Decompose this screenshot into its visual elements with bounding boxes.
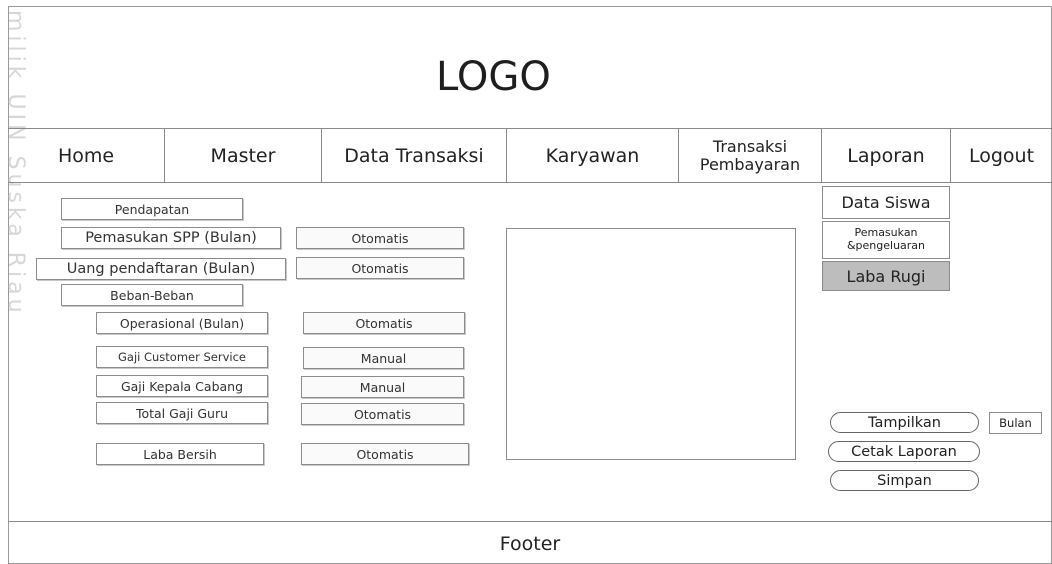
footer-divider	[8, 521, 1052, 522]
value-uang-pendaftaran[interactable]: Otomatis	[296, 257, 464, 279]
value-gaji-customer-service[interactable]: Manual	[303, 347, 464, 369]
label-pendapatan: Pendapatan	[61, 198, 243, 220]
label-total-gaji-guru: Total Gaji Guru	[96, 402, 268, 424]
value-pemasukan-spp[interactable]: Otomatis	[296, 227, 464, 249]
menu-pemasukan-pengeluaran[interactable]: Pemasukan &pengeluaran	[822, 221, 950, 259]
simpan-button[interactable]: Simpan	[830, 470, 979, 491]
nav-master[interactable]: Master	[165, 129, 322, 183]
menu-pemasukan-pengeluaran-label: Pemasukan &pengeluaran	[846, 226, 926, 252]
menu-data-siswa[interactable]: Data Siswa	[822, 186, 950, 219]
nav-karyawan[interactable]: Karyawan	[507, 129, 679, 183]
nav-data-transaksi[interactable]: Data Transaksi	[322, 129, 507, 183]
nav-home[interactable]: Home	[8, 129, 165, 183]
tampilkan-button[interactable]: Tampilkan	[830, 412, 979, 433]
cetak-laporan-button[interactable]: Cetak Laporan	[828, 441, 980, 462]
main-nav: Home Master Data Transaksi Karyawan Tran…	[8, 128, 1052, 183]
value-laba-bersih[interactable]: Otomatis	[301, 443, 469, 465]
label-gaji-customer-service: Gaji Customer Service	[96, 346, 268, 368]
value-operasional[interactable]: Otomatis	[303, 312, 465, 334]
logo: LOGO	[436, 54, 551, 100]
value-gaji-kepala-cabang[interactable]: Manual	[301, 376, 464, 398]
label-uang-pendaftaran: Uang pendaftaran (Bulan)	[36, 258, 286, 280]
label-beban: Beban-Beban	[61, 284, 243, 306]
label-operasional: Operasional (Bulan)	[96, 312, 268, 334]
nav-transaksi-pembayaran-label: Transaksi Pembayaran	[699, 137, 801, 174]
menu-laba-rugi[interactable]: Laba Rugi	[822, 261, 950, 291]
label-gaji-kepala-cabang: Gaji Kepala Cabang	[96, 375, 268, 397]
footer: Footer	[499, 533, 561, 555]
bulan-select[interactable]: Bulan	[989, 412, 1042, 434]
label-laba-bersih: Laba Bersih	[96, 443, 264, 465]
nav-laporan[interactable]: Laporan	[822, 129, 951, 183]
nav-transaksi-pembayaran[interactable]: Transaksi Pembayaran	[679, 129, 822, 183]
report-preview	[506, 228, 796, 460]
label-pemasukan-spp: Pemasukan SPP (Bulan)	[61, 227, 281, 249]
nav-logout[interactable]: Logout	[951, 129, 1052, 183]
value-total-gaji-guru[interactable]: Otomatis	[301, 403, 464, 425]
